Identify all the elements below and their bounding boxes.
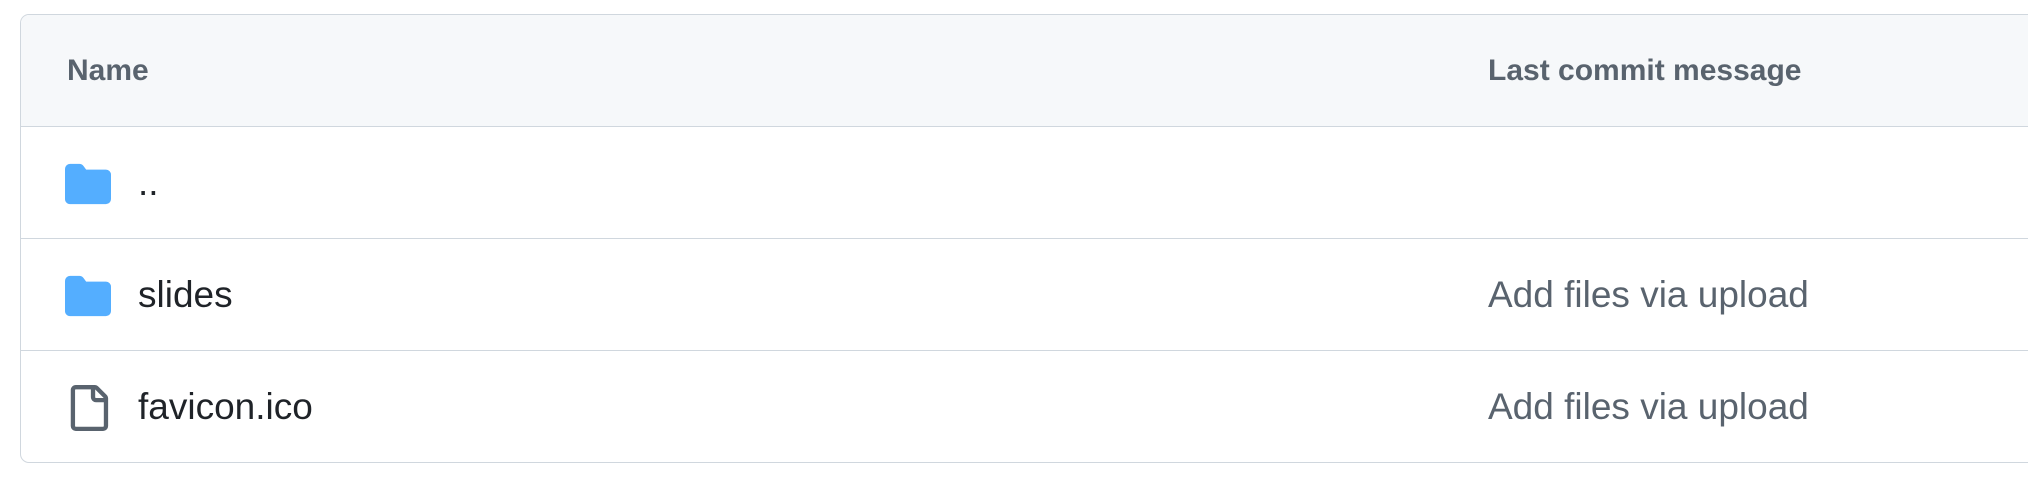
commit-message-link[interactable]: Add files via upload — [1488, 351, 1809, 462]
commit-message-link[interactable]: Add files via upload — [1488, 239, 1809, 351]
folder-icon — [65, 163, 111, 205]
file-icon — [70, 385, 109, 431]
column-header-name: Name — [67, 54, 149, 87]
table-header: Name Last commit message — [21, 15, 2028, 127]
folder-icon — [65, 275, 111, 317]
file-name-link[interactable]: slides — [138, 239, 233, 351]
file-name-link[interactable]: favicon.ico — [138, 351, 313, 462]
file-name-link[interactable]: .. — [138, 127, 159, 239]
file-table: Name Last commit message .. slides Add f… — [20, 14, 2028, 463]
table-row-slides[interactable]: slides Add files via upload — [21, 239, 2028, 351]
column-header-last-commit-message: Last commit message — [1488, 54, 1802, 87]
table-row-favicon[interactable]: favicon.ico Add files via upload — [21, 351, 2028, 462]
table-row-parent-directory[interactable]: .. — [21, 127, 2028, 239]
